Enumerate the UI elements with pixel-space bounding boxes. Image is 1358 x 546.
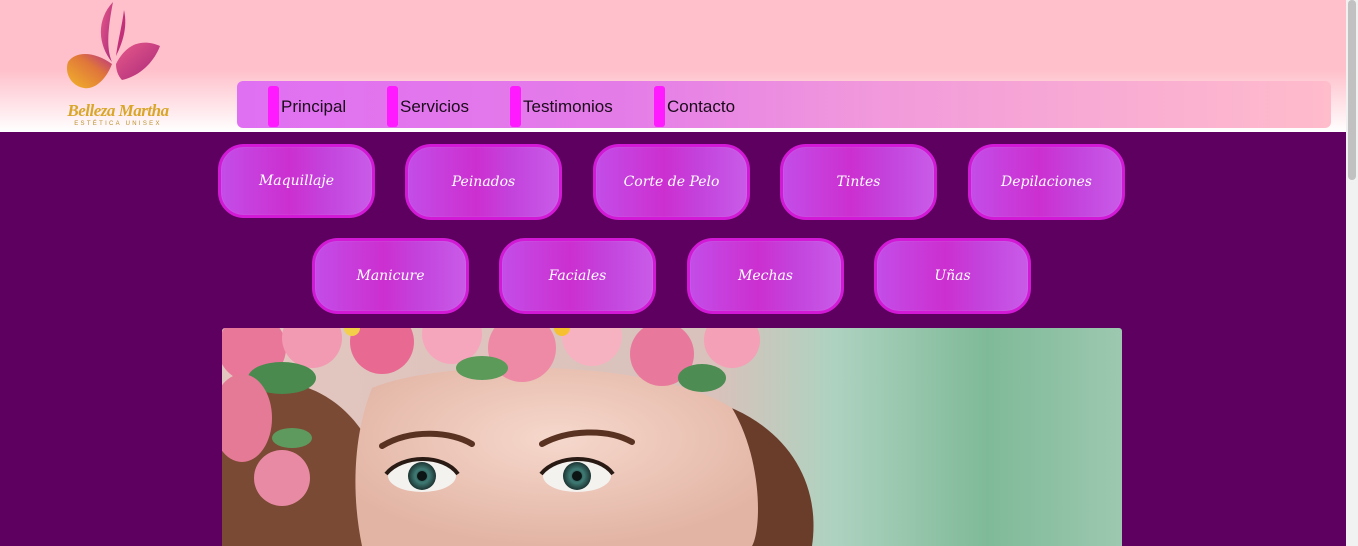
- service-button-peinados[interactable]: Peinados: [405, 144, 562, 220]
- nav-marker: [387, 86, 398, 127]
- page-scrollbar[interactable]: [1346, 0, 1358, 546]
- butterfly-logo-icon: [66, 2, 160, 89]
- brand-logo[interactable]: Belleza Martha ESTÉTICA UNISEX: [58, 0, 173, 132]
- nav-item-label: Principal: [281, 96, 347, 116]
- hero-image: [222, 328, 1122, 546]
- service-button-maquillaje[interactable]: Maquillaje: [218, 144, 375, 218]
- nav-item-testimonios[interactable]: Testimonios: [510, 86, 613, 127]
- nav-item-contacto[interactable]: Contacto: [654, 86, 735, 127]
- scrollbar-thumb[interactable]: [1348, 0, 1356, 180]
- service-button-tintes[interactable]: Tintes: [780, 144, 937, 220]
- nav-item-servicios[interactable]: Servicios: [387, 86, 469, 127]
- service-button-depilaciones[interactable]: Depilaciones: [968, 144, 1125, 220]
- nav-item-label: Testimonios: [523, 96, 613, 116]
- service-button-unas[interactable]: Uñas: [874, 238, 1031, 314]
- main-nav: Principal Servicios Testimonios Contacto: [237, 81, 1331, 128]
- service-button-manicure[interactable]: Manicure: [312, 238, 469, 314]
- nav-item-principal[interactable]: Principal: [268, 86, 346, 127]
- nav-marker: [268, 86, 279, 127]
- service-button-mechas[interactable]: Mechas: [687, 238, 844, 314]
- brand-tagline: ESTÉTICA UNISEX: [74, 121, 162, 127]
- nav-marker: [654, 86, 665, 127]
- nav-marker: [510, 86, 521, 127]
- woman-with-flower-crown-photo: [222, 328, 814, 546]
- site-header: Belleza Martha ESTÉTICA UNISEX Principal…: [0, 0, 1346, 132]
- nav-item-label: Contacto: [667, 96, 736, 116]
- brand-name: Belleza Martha: [67, 101, 169, 120]
- nav-item-label: Servicios: [400, 96, 469, 116]
- service-button-faciales[interactable]: Faciales: [499, 238, 656, 314]
- service-button-corte-de-pelo[interactable]: Corte de Pelo: [593, 144, 750, 220]
